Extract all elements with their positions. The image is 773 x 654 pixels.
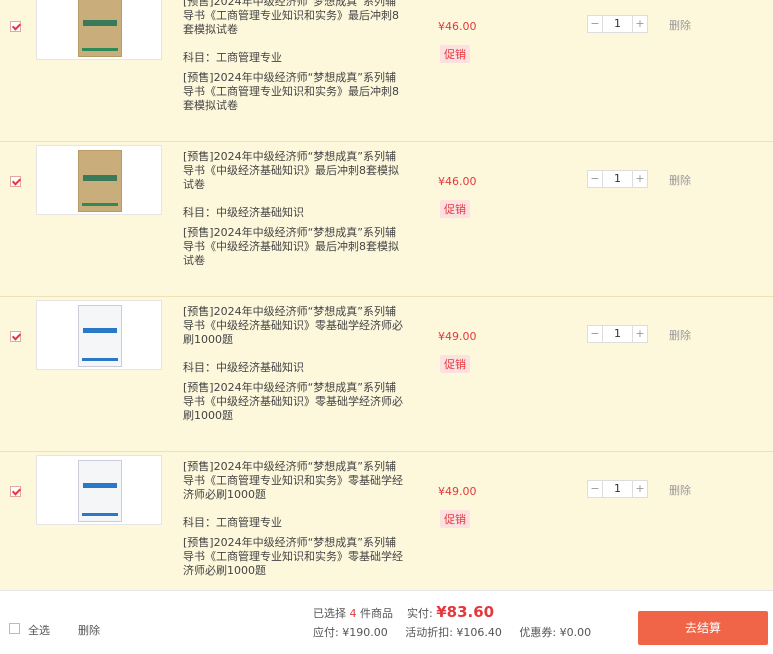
payable-amount: 应付: ¥190.00 [313,626,388,639]
coupon-amount: 优惠券: ¥0.00 [519,626,592,639]
qty-input[interactable]: 1 [602,326,633,342]
product-subject: 科目：中级经济基础知识 [183,206,304,219]
price-breakdown: 应付: ¥190.00 活动折扣: ¥106.40 优惠券: ¥0.00 [313,624,591,640]
promo-badge[interactable]: 促销 [440,200,470,218]
product-price: ¥49.00 [438,330,477,343]
delete-item-link[interactable]: 删除 [669,17,691,33]
promo-badge[interactable]: 促销 [440,510,470,528]
book-cover-image [78,305,122,367]
product-price: ¥46.00 [438,175,477,188]
product-title[interactable]: [预售]2024年中级经济师“梦想成真”系列辅导书《中级经济基础知识》零基础学经… [183,305,403,347]
product-thumbnail[interactable] [36,455,162,525]
product-subtitle: [预售]2024年中级经济师“梦想成真”系列辅导书《工商管理专业知识和实务》最后… [183,71,399,112]
item-checkbox[interactable] [10,331,21,342]
product-thumbnail[interactable] [36,145,162,215]
qty-minus-button[interactable]: − [588,16,602,32]
quantity-stepper: − 1 + [587,480,648,498]
qty-plus-button[interactable]: + [633,16,647,32]
product-price: ¥46.00 [438,20,477,33]
cart-footer: 全选 删除 已选择 4 件商品 实付: ¥83.60 应付: ¥190.00 活… [0,590,773,654]
product-subject: 科目：中级经济基础知识 [183,361,304,374]
qty-plus-button[interactable]: + [633,481,647,497]
promo-badge[interactable]: 促销 [440,355,470,373]
paid-total: ¥83.60 [436,603,495,621]
quantity-stepper: − 1 + [587,325,648,343]
product-thumbnail[interactable] [36,0,162,60]
selected-count: 4 [349,607,357,620]
qty-minus-button[interactable]: − [588,481,602,497]
product-subtitle: [预售]2024年中级经济师“梦想成真”系列辅导书《中级经济基础知识》最后冲刺8… [183,226,399,267]
product-subject: 科目：工商管理专业 [183,51,282,64]
select-all-checkbox[interactable] [9,623,20,634]
discount-amount: 活动折扣: ¥106.40 [405,626,502,639]
product-subtitle: [预售]2024年中级经济师“梦想成真”系列辅导书《中级经济基础知识》零基础学经… [183,381,403,422]
delete-selected-link[interactable]: 删除 [78,622,100,638]
product-subject: 科目：工商管理专业 [183,516,282,529]
product-price: ¥49.00 [438,485,477,498]
quantity-stepper: − 1 + [587,15,648,33]
delete-item-link[interactable]: 删除 [669,172,691,188]
product-title[interactable]: [预售]2024年中级经济师“梦想成真”系列辅导书《工商管理专业知识和实务》零基… [183,460,403,502]
cart-item-list: [预售]2024年中级经济师“梦想成真”系列辅导书《工商管理专业知识和实务》最后… [0,0,773,590]
book-cover-image [78,150,122,212]
selection-summary: 已选择 4 件商品 实付: ¥83.60 [313,603,494,621]
quantity-stepper: − 1 + [587,170,648,188]
qty-plus-button[interactable]: + [633,171,647,187]
selected-suffix: 件商品 [360,607,393,620]
product-title[interactable]: [预售]2024年中级经济师“梦想成真”系列辅导书《工商管理专业知识和实务》最后… [183,0,403,37]
product-thumbnail[interactable] [36,300,162,370]
paid-label: 实付: [407,607,433,620]
item-checkbox[interactable] [10,176,21,187]
item-checkbox[interactable] [10,486,21,497]
qty-plus-button[interactable]: + [633,326,647,342]
selected-prefix: 已选择 [313,607,346,620]
delete-item-link[interactable]: 删除 [669,482,691,498]
qty-input[interactable]: 1 [602,16,633,32]
item-checkbox[interactable] [10,21,21,32]
qty-input[interactable]: 1 [602,171,633,187]
qty-minus-button[interactable]: − [588,171,602,187]
promo-badge[interactable]: 促销 [440,45,470,63]
select-all-label[interactable]: 全选 [28,622,50,638]
product-title[interactable]: [预售]2024年中级经济师“梦想成真”系列辅导书《中级经济基础知识》最后冲刺8… [183,150,403,192]
book-cover-image [78,0,122,57]
delete-item-link[interactable]: 删除 [669,327,691,343]
qty-input[interactable]: 1 [602,481,633,497]
cart-item: [预售]2024年中级经济师“梦想成真”系列辅导书《工商管理专业知识和实务》零基… [0,452,773,590]
cart-item: [预售]2024年中级经济师“梦想成真”系列辅导书《工商管理专业知识和实务》最后… [0,0,773,142]
cart-item: [预售]2024年中级经济师“梦想成真”系列辅导书《中级经济基础知识》零基础学经… [0,297,773,452]
qty-minus-button[interactable]: − [588,326,602,342]
book-cover-image [78,460,122,522]
checkout-button[interactable]: 去结算 [638,611,768,645]
cart-item: [预售]2024年中级经济师“梦想成真”系列辅导书《中级经济基础知识》最后冲刺8… [0,142,773,297]
product-subtitle: [预售]2024年中级经济师“梦想成真”系列辅导书《工商管理专业知识和实务》零基… [183,536,403,577]
